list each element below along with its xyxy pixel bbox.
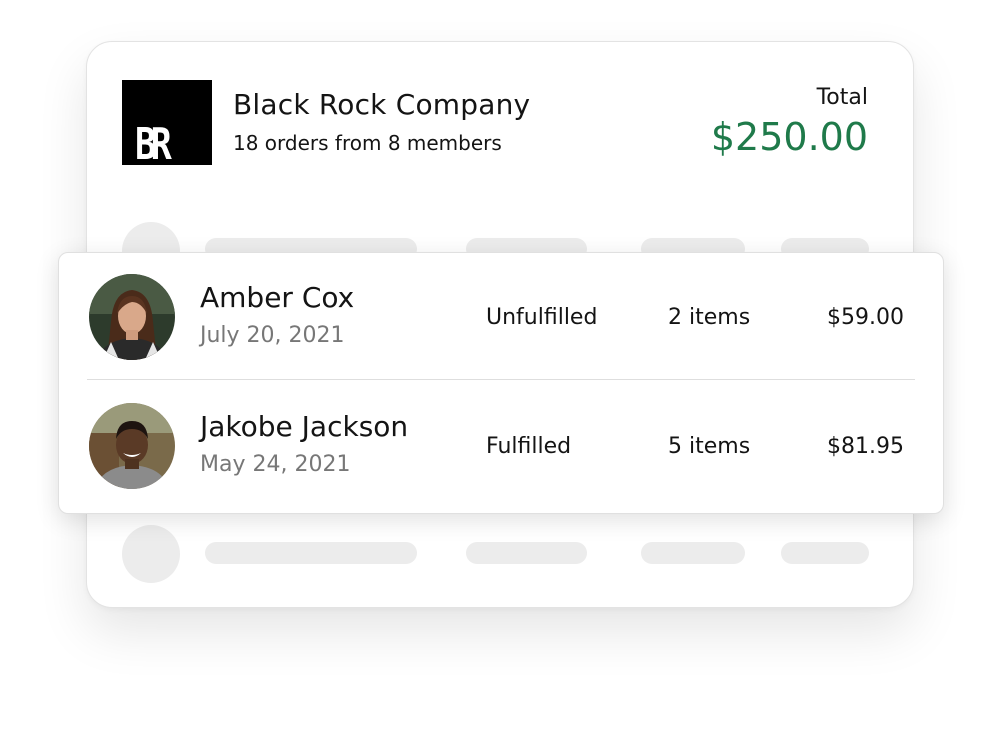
total-label: Total (816, 85, 868, 110)
skeleton-avatar (122, 525, 180, 583)
avatar (89, 403, 175, 489)
skeleton-bar (781, 542, 869, 564)
order-item-count: 2 items (668, 305, 751, 330)
orders-list: Amber Cox July 20, 2021 Unfulfilled 2 it… (58, 252, 944, 514)
order-date: July 20, 2021 (200, 323, 345, 348)
order-item-count: 5 items (668, 434, 751, 459)
skeleton-bar (641, 542, 745, 564)
member-name: Amber Cox (200, 281, 355, 314)
company-logo-text: BR (135, 119, 172, 170)
order-row[interactable]: Amber Cox July 20, 2021 Unfulfilled 2 it… (59, 253, 943, 381)
skeleton-bar (466, 542, 587, 564)
total-amount: $250.00 (710, 115, 868, 159)
row-divider (87, 379, 915, 380)
company-name: Black Rock Company (233, 88, 531, 121)
member-name: Jakobe Jackson (200, 410, 409, 443)
avatar (89, 274, 175, 360)
order-price: $59.00 (827, 305, 904, 330)
order-price: $81.95 (827, 434, 904, 459)
order-status: Fulfilled (486, 434, 572, 459)
company-logo: BR (122, 80, 212, 170)
skeleton-bar (205, 542, 417, 564)
order-date: May 24, 2021 (200, 452, 351, 477)
order-status: Unfulfilled (486, 305, 598, 330)
company-order-summary: 18 orders from 8 members (233, 131, 502, 155)
order-row[interactable]: Jakobe Jackson May 24, 2021 Fulfilled 5 … (59, 382, 943, 510)
